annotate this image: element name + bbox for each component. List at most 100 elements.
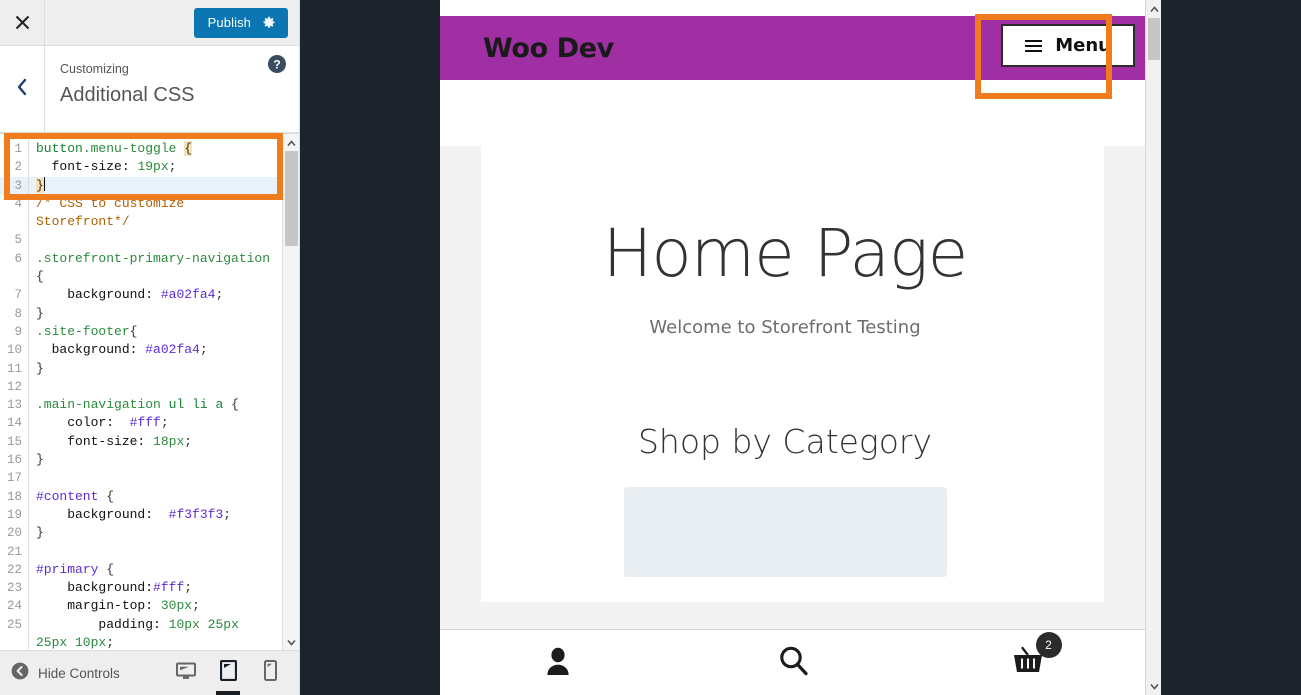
code-line[interactable]: 20} [0,524,282,543]
code-line[interactable]: 22 #primary { [0,560,282,580]
code-text[interactable]: background:#fff; [29,579,282,597]
code-text[interactable]: } [29,176,282,195]
code-text[interactable]: } [29,305,282,323]
code-line[interactable]: 25px 10px; [0,634,282,650]
code-text[interactable]: .storefront-primary-navigation [29,250,282,268]
code-text[interactable]: } [29,524,282,542]
code-line[interactable]: 14 color: #fff; [0,414,282,433]
device-mobile-button[interactable] [249,651,291,695]
code-line[interactable]: 11} [0,359,282,378]
line-number: 5 [0,231,29,250]
line-number: 20 [0,524,29,543]
code-text[interactable] [29,378,282,396]
code-line[interactable]: 17 [0,469,282,488]
cart-button[interactable]: 2 [910,631,1145,681]
help-icon[interactable]: ? [267,54,287,74]
code-line[interactable]: 23 background:#fff; [0,579,282,598]
code-line[interactable]: 15 font-size: 18px; [0,432,282,452]
code-line[interactable]: 1 button.menu-toggle { [0,140,282,159]
code-line[interactable]: 19 background: #f3f3f3; [0,505,282,525]
device-tablet-button[interactable] [207,651,249,695]
customizer-sidebar: Publish Customizing Additional CSS ? 1 b… [0,0,300,695]
site-preview-frame[interactable]: Woo Dev Menu Home Page Welcome to Storef… [440,0,1145,695]
code-text[interactable]: background: #a02fa4; [29,286,282,304]
code-text[interactable] [29,469,282,487]
editor-scroll-down-button[interactable] [283,633,299,650]
code-line[interactable]: 18 #content { [0,487,282,506]
category-image-placeholder[interactable] [623,486,947,577]
code-text[interactable]: button.menu-toggle { [29,140,282,158]
preview-scrollbar-thumb[interactable] [1148,18,1160,60]
device-desktop-button[interactable] [165,651,207,695]
code-text[interactable]: .main-navigation ul li a { [29,396,282,414]
code-area[interactable]: 1 button.menu-toggle {2 font-size: 19px; 3… [0,134,282,650]
code-line[interactable]: 12 [0,377,282,397]
code-text[interactable]: #content { [29,488,282,506]
code-text[interactable]: } [29,451,282,469]
search-button[interactable] [675,645,910,681]
gear-icon[interactable] [261,15,288,30]
code-line[interactable]: 8} [0,304,282,323]
code-line[interactable]: 21 [0,542,282,561]
code-text[interactable] [29,231,282,249]
code-line[interactable]: 16} [0,451,282,470]
code-text[interactable]: margin-top: 30px; [29,597,282,615]
code-line[interactable]: 25 padding: 10px 25px [0,615,282,635]
menu-toggle-button[interactable]: Menu [1001,24,1135,67]
line-number: 23 [0,579,29,598]
code-text[interactable]: { [29,268,282,286]
preview-right-backdrop [1161,0,1301,695]
code-line[interactable]: 24 margin-top: 30px; [0,597,282,616]
additional-css-editor[interactable]: 1 button.menu-toggle {2 font-size: 19px; 3… [0,133,299,650]
site-header-bottom-padding [440,80,1145,116]
code-text[interactable]: #primary { [29,561,282,579]
code-text[interactable]: /* CSS to customize [29,195,282,213]
chevron-down-icon [1149,677,1159,695]
preview-scrollbar[interactable] [1145,0,1161,695]
preview-scroll-up-button[interactable] [1146,0,1162,18]
code-text[interactable]: } [29,360,282,378]
close-customizer-button[interactable] [0,0,45,45]
hide-controls-button[interactable]: Hide Controls [0,662,120,685]
editor-scroll-up-button[interactable] [283,134,299,151]
preview-scroll-down-button[interactable] [1146,677,1162,695]
svg-text:?: ? [273,58,280,72]
code-text[interactable]: font-size: 19px; [29,158,282,176]
code-line[interactable]: 3} [0,176,282,195]
code-text[interactable]: Storefront*/ [29,213,282,231]
close-icon [15,15,30,30]
account-button[interactable] [440,645,675,680]
hamburger-icon [1025,39,1043,52]
tablet-icon [219,659,237,686]
code-line[interactable]: 4/* CSS to customize [0,194,282,214]
code-text[interactable]: .site-footer{ [29,323,282,341]
site-brand-title[interactable]: Woo Dev [440,33,614,64]
publish-button[interactable]: Publish [193,7,288,38]
code-line[interactable]: 2 font-size: 19px; [0,158,282,177]
code-text[interactable]: padding: 10px 25px [29,616,282,634]
line-number: 1 [0,140,29,159]
mobile-icon [263,660,277,686]
code-line[interactable]: 5 [0,231,282,250]
line-number: 10 [0,341,29,360]
code-line[interactable]: 13 .main-navigation ul li a { [0,396,282,415]
code-line[interactable]: 9 .site-footer{ [0,322,282,342]
code-text[interactable]: font-size: 18px; [29,433,282,451]
code-lines[interactable]: 1 button.menu-toggle {2 font-size: 19px; 3… [0,140,282,650]
section-titles: Customizing Additional CSS ? [45,46,299,132]
code-line[interactable]: { [0,268,282,287]
code-text[interactable]: background: #a02fa4; [29,341,282,359]
hide-controls-label: Hide Controls [38,665,120,681]
code-line[interactable]: 7 background: #a02fa4; [0,286,282,305]
code-text[interactable]: background: #f3f3f3; [29,506,282,524]
back-button[interactable] [0,46,45,132]
editor-scrollbar[interactable] [282,134,299,650]
code-text[interactable]: color: #fff; [29,414,282,432]
primary-content-card: Home Page Welcome to Storefront Testing … [481,146,1104,602]
code-text[interactable]: 25px 10px; [29,634,282,650]
editor-scrollbar-thumb[interactable] [285,151,298,246]
code-text[interactable] [29,543,282,561]
code-line[interactable]: Storefront*/ [0,213,282,232]
code-line[interactable]: 10 background: #a02fa4; [0,341,282,360]
code-line[interactable]: 6 .storefront-primary-navigation [0,249,282,269]
